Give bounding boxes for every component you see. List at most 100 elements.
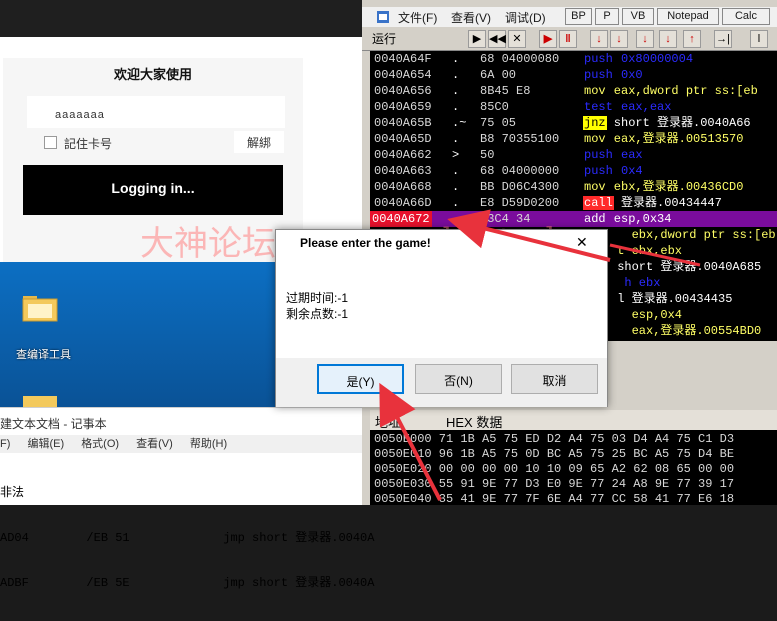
menu-view[interactable]: 查看(V) <box>451 9 491 26</box>
pause-icon[interactable]: ‖ <box>559 30 577 48</box>
disasm-row[interactable]: 0040A66D. E8 D59D0200 call 登录器.00434447 <box>370 195 777 211</box>
notepad-button[interactable]: Notepad <box>657 8 719 25</box>
trace-over-icon[interactable]: ↓ <box>659 30 677 48</box>
calc-button[interactable]: Calc <box>722 8 770 25</box>
disasm-marker: . <box>452 52 460 66</box>
hex-header-address: 地址 <box>375 415 402 430</box>
disasm-bytes: 8B45 E8 <box>480 84 531 98</box>
hex-dump-pane[interactable]: 地址 HEX 数据 0050E000 71 1B A5 75 ED D2 A4 … <box>370 410 777 506</box>
disasm-instruction: t ebx,ebx <box>608 243 682 259</box>
desktop-icon-label[interactable]: 查编译工具 <box>16 346 71 362</box>
disasm-opcode: add <box>584 212 606 226</box>
disasm-instruction: push 0x4 <box>583 163 643 179</box>
notepad-text[interactable]: 非法 AD04 /EB 51 jmp short 登录器.0040A ADBF … <box>0 456 374 621</box>
disasm-operands: esp,0x34 <box>606 212 672 226</box>
disasm-row[interactable]: 0040A663. 68 04000000 push 0x4 <box>370 163 777 179</box>
disasm-address: 0040A668 <box>374 180 432 194</box>
disasm-opcode: push <box>584 68 613 82</box>
step-over-icon[interactable]: ↓ <box>610 30 628 48</box>
disasm-marker: > <box>452 148 460 162</box>
disasm-row[interactable]: 0040A659. 85C0 test eax,eax <box>370 99 777 115</box>
folder-icon[interactable] <box>22 392 58 407</box>
disasm-operands: 0x80000004 <box>613 52 694 66</box>
rewind-icon[interactable]: ◀◀ <box>488 30 506 48</box>
disasm-bytes: 75 05 <box>480 116 517 130</box>
disasm-operands: eax <box>613 148 643 162</box>
debugger-menubar: 文件(F) 查看(V) 调试(D) BP P VB Notepad Calc <box>362 7 777 27</box>
disasm-address: 0040A654 <box>374 68 432 82</box>
login-button[interactable]: Logging in... <box>23 165 283 215</box>
disasm-address: 0040A64F <box>374 52 432 66</box>
disasm-instruction: mov eax,登录器.00513570 <box>583 131 743 147</box>
disasm-bytes: BB D06C4300 <box>480 180 560 194</box>
disasm-bytes: 68 04000000 <box>480 164 560 178</box>
disasm-operands: 登录器.00434447 <box>613 196 722 210</box>
account-field[interactable]: aaaaaaa <box>27 96 285 128</box>
trace-into-icon[interactable]: ↓ <box>636 30 654 48</box>
disasm-operands: short 登录器.0040A66 <box>606 116 751 130</box>
disasm-row[interactable]: 0040A654. 6A 00 push 0x0 <box>370 67 777 83</box>
bp-button[interactable]: BP <box>565 8 592 25</box>
disasm-row[interactable]: 0040A64F. 68 04000080 push 0x80000004 <box>370 51 777 67</box>
disasm-operands: ebx,登录器.00436CD0 <box>606 180 744 194</box>
disasm-instruction: ebx,dword ptr ss:[eb <box>608 227 776 243</box>
open-icon[interactable]: ▶ <box>468 30 486 48</box>
unbind-button[interactable]: 解綁 <box>234 131 284 153</box>
disasm-row[interactable]: 0040A65D. B8 70355100 mov eax,登录器.00513570 <box>370 131 777 147</box>
menu-debug[interactable]: 调试(D) <box>505 9 546 26</box>
disasm-marker: . <box>452 68 460 82</box>
disasm-instruction: call 登录器.00434447 <box>583 195 722 211</box>
menu-help[interactable]: 帮助(H) <box>190 438 227 450</box>
vb-button[interactable]: VB <box>622 8 654 25</box>
p-button[interactable]: P <box>595 8 619 25</box>
disasm-address: 0040A65B <box>374 116 432 130</box>
disasm-operands: t ebx,ebx <box>610 244 683 258</box>
yes-button[interactable]: 是(Y) <box>317 364 404 394</box>
goto-icon[interactable]: →| <box>714 30 732 48</box>
run-icon[interactable]: ▶ <box>539 30 557 48</box>
disasm-operands: eax,eax <box>613 100 672 114</box>
disasm-instruction: esp,0x4 <box>608 307 682 323</box>
disasm-bytes: E8 D59D0200 <box>480 196 560 210</box>
disasm-operands: ebx,dword ptr ss:[eb <box>610 228 776 242</box>
disasm-instruction: h ebx <box>608 275 660 291</box>
watermark-text: 大神论坛 <box>140 224 276 264</box>
disasm-bytes: 68 04000080 <box>480 52 560 66</box>
no-button[interactable]: 否(N) <box>415 364 502 394</box>
disasm-instruction: add esp,0x34 <box>583 211 671 227</box>
disasm-operands: 0x0 <box>613 68 643 82</box>
disasm-address: 0040A659 <box>374 100 432 114</box>
disasm-row[interactable]: 0040A668. BB D06C4300 mov ebx,登录器.00436CD0 <box>370 179 777 195</box>
disasm-operands: 0x4 <box>613 164 643 178</box>
disasm-instruction: test eax,eax <box>583 99 671 115</box>
cancel-button[interactable]: 取消 <box>511 364 598 394</box>
close-icon[interactable]: ✕ <box>508 30 526 48</box>
disasm-opcode: mov <box>584 180 606 194</box>
menu-format[interactable]: 格式(O) <box>81 438 119 450</box>
hex-row: 0050E010 96 1B A5 75 0D BC A5 75 25 BC A… <box>374 447 735 461</box>
disasm-marker: .~ <box>452 116 467 130</box>
disasm-row[interactable]: 0040A656. 8B45 E8 mov eax,dword ptr ss:[eb <box>370 83 777 99</box>
disasm-operands: eax,登录器.00554BD0 <box>610 324 762 338</box>
notepad-line: 非法 <box>0 486 25 500</box>
remember-checkbox[interactable] <box>44 136 57 149</box>
disasm-instruction: jnz short 登录器.0040A66 <box>583 115 751 131</box>
menu-view[interactable]: 查看(V) <box>136 438 173 450</box>
disasm-row[interactable]: 0040A65B .~ 75 05 jnz short 登录器.0040A66 <box>370 115 777 131</box>
step-into-icon[interactable]: ↓ <box>590 30 608 48</box>
message-dialog: Please enter the game! ✕ 过期时间:-1 剩余点数:-1… <box>275 229 608 407</box>
points-text: 剩余点数:-1 <box>286 307 349 321</box>
folder-icon[interactable] <box>22 292 58 322</box>
menu-edit[interactable]: 编辑(E) <box>27 438 64 450</box>
debugger-toolbar: 运行 ▶ ◀◀ ✕ ▶ ‖ ↓ ↓ ↓ ↓ ↑ →| l <box>362 27 777 51</box>
execute-till-return-icon[interactable]: ↑ <box>683 30 701 48</box>
close-icon[interactable]: ✕ <box>576 234 588 251</box>
hex-header-data: HEX 数据 <box>446 415 503 430</box>
menu-file[interactable]: F) <box>0 438 10 450</box>
menu-file[interactable]: 文件(F) <box>398 9 437 26</box>
notepad-menubar: F) 编辑(E) 格式(O) 查看(V) 帮助(H) <box>0 435 370 453</box>
disasm-bytes: 85C0 <box>480 100 509 114</box>
log-icon[interactable]: l <box>750 30 768 48</box>
disasm-opcode: test <box>584 100 613 114</box>
disasm-row[interactable]: 0040A662 >50 push eax <box>370 147 777 163</box>
